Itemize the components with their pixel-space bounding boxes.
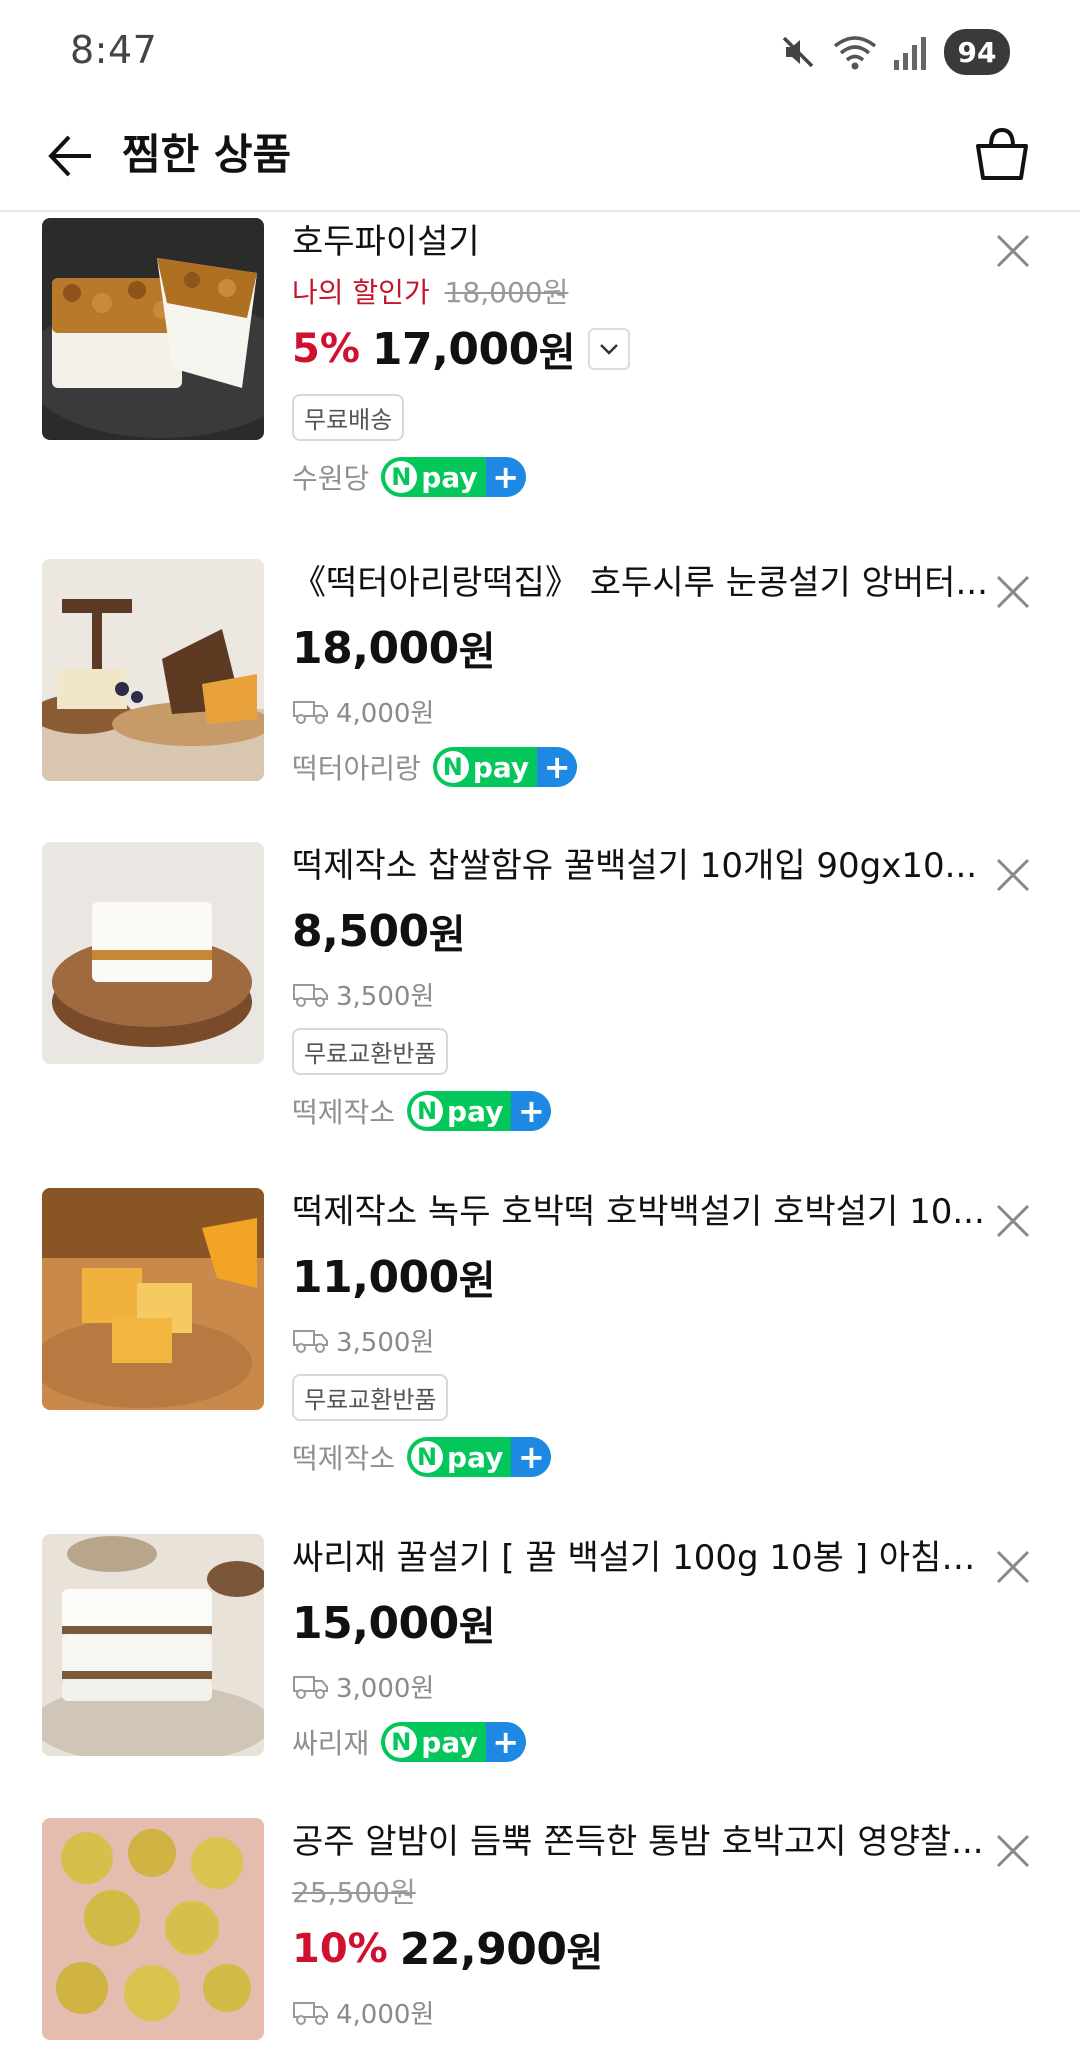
- wifi-icon: [833, 36, 877, 70]
- seller-name[interactable]: 싸리재: [292, 1722, 369, 1762]
- price-unit: 원: [458, 1258, 496, 1304]
- wishlist-item[interactable]: 싸리재 꿀설기 [ 꿀 백설기 100g 10봉 ] 아침대... 15,000…: [0, 1534, 1080, 1804]
- back-arrow-icon: [48, 135, 91, 177]
- original-price: 18,000원: [444, 276, 569, 309]
- product-image[interactable]: [42, 842, 264, 1064]
- free-shipping-badge: 무료배송: [292, 394, 405, 441]
- product-image[interactable]: [42, 1818, 264, 2040]
- shipping-fee: 4,000원: [292, 1992, 992, 2032]
- discount-rate: 5%: [292, 326, 360, 372]
- remove-item-button[interactable]: [984, 1822, 1042, 1880]
- price-unit: 원: [458, 629, 496, 675]
- npay-plus-badge: N pay +: [407, 1437, 552, 1477]
- product-name[interactable]: 《떡터아리랑떡집》 호두시루 눈콩설기 앙버터...: [292, 559, 992, 607]
- cart-button[interactable]: [962, 114, 1042, 194]
- product-image[interactable]: [42, 1188, 264, 1410]
- npay-plus-badge: N pay +: [432, 747, 578, 787]
- wishlist[interactable]: 호두파이설기 나의 할인가 18,000원 5% 17,000 원 무료배송 수…: [0, 214, 1080, 2068]
- delivery-truck-icon: [293, 1676, 328, 1699]
- battery-indicator: 94: [944, 29, 1010, 75]
- shipping-fee: 3,500원: [292, 974, 992, 1014]
- close-icon: [996, 1550, 1030, 1584]
- price: 15,000: [292, 1597, 459, 1649]
- wishlist-item[interactable]: 《떡터아리랑떡집》 호두시루 눈콩설기 앙버터... 18,000 원 4,00…: [0, 559, 1080, 829]
- delivery-truck-icon: [293, 2002, 328, 2025]
- price: 17,000: [371, 323, 539, 375]
- npay-plus-badge: N pay +: [381, 457, 526, 497]
- product-name[interactable]: 떡제작소 찹쌀함유 꿀백설기 10개입 90gx10...: [292, 842, 992, 890]
- shipping-fee: 4,000원: [292, 691, 992, 731]
- shopping-bag-icon: [976, 127, 1028, 180]
- seller-name[interactable]: 수원당: [292, 457, 369, 497]
- product-name[interactable]: 공주 알밤이 듬뿍 쫀득한 통밤 호박고지 영양찰...: [292, 1818, 992, 1866]
- free-return-badge: 무료교환반품: [292, 1374, 449, 1421]
- free-return-badge: 무료교환반품: [292, 1028, 449, 1075]
- product-name[interactable]: 싸리재 꿀설기 [ 꿀 백설기 100g 10봉 ] 아침대...: [292, 1534, 992, 1582]
- shipping-fee-text: 3,500원: [336, 1327, 435, 1358]
- seller-name[interactable]: 떡제작소: [292, 1091, 395, 1131]
- signal-icon: [894, 37, 926, 70]
- wishlist-item[interactable]: 공주 알밤이 듬뿍 쫀득한 통밤 호박고지 영양찰... 25,500원 10%…: [0, 1818, 1080, 2068]
- shipping-fee-text: 3,000원: [336, 1673, 435, 1704]
- price-unit: 원: [566, 1930, 604, 1976]
- shipping-fee: 3,500원: [292, 1320, 992, 1360]
- product-name[interactable]: 떡제작소 녹두 호박떡 호박백설기 호박설기 10...: [292, 1188, 992, 1236]
- price: 18,000: [292, 622, 459, 674]
- wishlist-item[interactable]: 떡제작소 찹쌀함유 꿀백설기 10개입 90gx10... 8,500 원 3,…: [0, 842, 1080, 1172]
- delivery-truck-icon: [293, 984, 328, 1007]
- npay-plus-badge: N pay +: [381, 1722, 526, 1762]
- price-unit: 원: [428, 912, 466, 958]
- price: 8,500: [292, 905, 429, 957]
- discount-rate: 10%: [292, 1926, 388, 1972]
- remove-item-button[interactable]: [984, 1192, 1042, 1250]
- remove-item-button[interactable]: [984, 846, 1042, 904]
- close-icon: [996, 858, 1030, 892]
- discount-label: 나의 할인가: [292, 276, 430, 309]
- shipping-fee-text: 4,000원: [336, 698, 435, 729]
- product-image[interactable]: [42, 1534, 264, 1756]
- original-price: 25,500원: [292, 1876, 416, 1909]
- price-detail-button[interactable]: [587, 328, 630, 370]
- product-name[interactable]: 호두파이설기: [292, 218, 992, 266]
- back-button[interactable]: [32, 118, 108, 194]
- close-icon: [996, 1834, 1030, 1868]
- delivery-truck-icon: [293, 701, 328, 724]
- status-time: 8:47: [70, 28, 158, 72]
- shipping-fee: 3,000원: [292, 1666, 992, 1706]
- price: 11,000: [292, 1251, 459, 1303]
- price-unit: 원: [538, 330, 576, 376]
- mute-icon: [782, 36, 814, 68]
- price-unit: 원: [458, 1604, 496, 1650]
- app-header: 찜한 상품: [0, 100, 1080, 212]
- page-title: 찜한 상품: [122, 130, 292, 179]
- close-icon: [996, 1204, 1030, 1238]
- close-icon: [996, 234, 1030, 268]
- product-image[interactable]: [42, 559, 264, 781]
- wishlist-item[interactable]: 떡제작소 녹두 호박떡 호박백설기 호박설기 10... 11,000 원 3,…: [0, 1188, 1080, 1518]
- npay-plus-badge: N pay +: [407, 1091, 552, 1131]
- product-image[interactable]: [42, 218, 264, 440]
- price: 22,900: [399, 1923, 567, 1975]
- status-icons: 94: [778, 28, 1010, 76]
- seller-name[interactable]: 떡제작소: [292, 1437, 395, 1477]
- remove-item-button[interactable]: [984, 1538, 1042, 1596]
- close-icon: [996, 575, 1030, 609]
- remove-item-button[interactable]: [984, 563, 1042, 621]
- status-bar: 8:47 94: [0, 0, 1080, 100]
- shipping-fee-text: 3,500원: [336, 981, 435, 1012]
- delivery-truck-icon: [293, 1330, 328, 1353]
- seller-name[interactable]: 떡터아리랑: [292, 747, 421, 787]
- chevron-down-icon: [599, 344, 618, 355]
- wishlist-item[interactable]: 호두파이설기 나의 할인가 18,000원 5% 17,000 원 무료배송 수…: [0, 218, 1080, 548]
- remove-item-button[interactable]: [984, 222, 1042, 280]
- shipping-fee-text: 4,000원: [336, 1999, 435, 2030]
